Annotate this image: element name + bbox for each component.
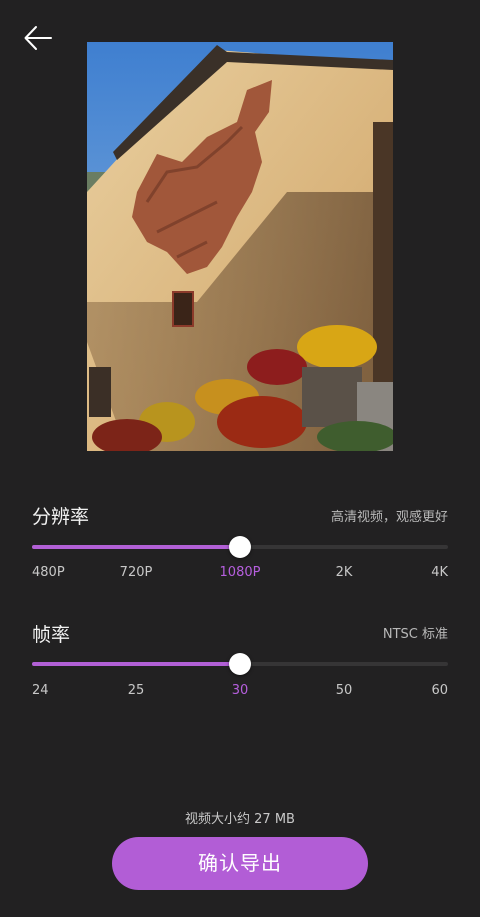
resolution-option-4k[interactable]: 4K xyxy=(431,565,448,580)
resolution-title: 分辨率 xyxy=(32,506,90,528)
resolution-option-480p[interactable]: 480P xyxy=(32,565,65,580)
framerate-hint: NTSC 标准 xyxy=(382,627,448,642)
resolution-options: 480P 720P 1080P 2K 4K xyxy=(32,565,448,583)
framerate-options: 24 25 30 50 60 xyxy=(32,683,448,701)
framerate-slider[interactable] xyxy=(32,652,448,676)
framerate-option-50[interactable]: 50 xyxy=(336,683,353,698)
framerate-title: 帧率 xyxy=(32,624,71,646)
video-preview-image xyxy=(87,42,393,451)
preview-photo xyxy=(87,42,393,451)
framerate-option-24[interactable]: 24 xyxy=(32,683,49,698)
resolution-option-720p[interactable]: 720P xyxy=(120,565,153,580)
framerate-option-30[interactable]: 30 xyxy=(232,683,249,698)
resolution-option-2k[interactable]: 2K xyxy=(336,565,353,580)
framerate-slider-thumb[interactable] xyxy=(229,653,251,675)
export-settings-screen: 分辨率 高清视频，观感更好 480P 720P 1080P 2K 4K 帧率 N… xyxy=(0,0,480,917)
framerate-option-25[interactable]: 25 xyxy=(128,683,145,698)
video-size-estimate: 视频大小约 27 MB xyxy=(185,812,295,827)
slider-fill xyxy=(32,545,240,549)
arrow-left-icon xyxy=(24,26,52,50)
back-button[interactable] xyxy=(18,20,58,56)
confirm-export-button[interactable]: 确认导出 xyxy=(112,837,368,890)
resolution-hint: 高清视频，观感更好 xyxy=(330,510,448,525)
resolution-slider[interactable] xyxy=(32,535,448,559)
resolution-slider-thumb[interactable] xyxy=(229,536,251,558)
slider-fill xyxy=(32,662,240,666)
framerate-option-60[interactable]: 60 xyxy=(431,683,448,698)
resolution-option-1080p[interactable]: 1080P xyxy=(220,565,261,580)
